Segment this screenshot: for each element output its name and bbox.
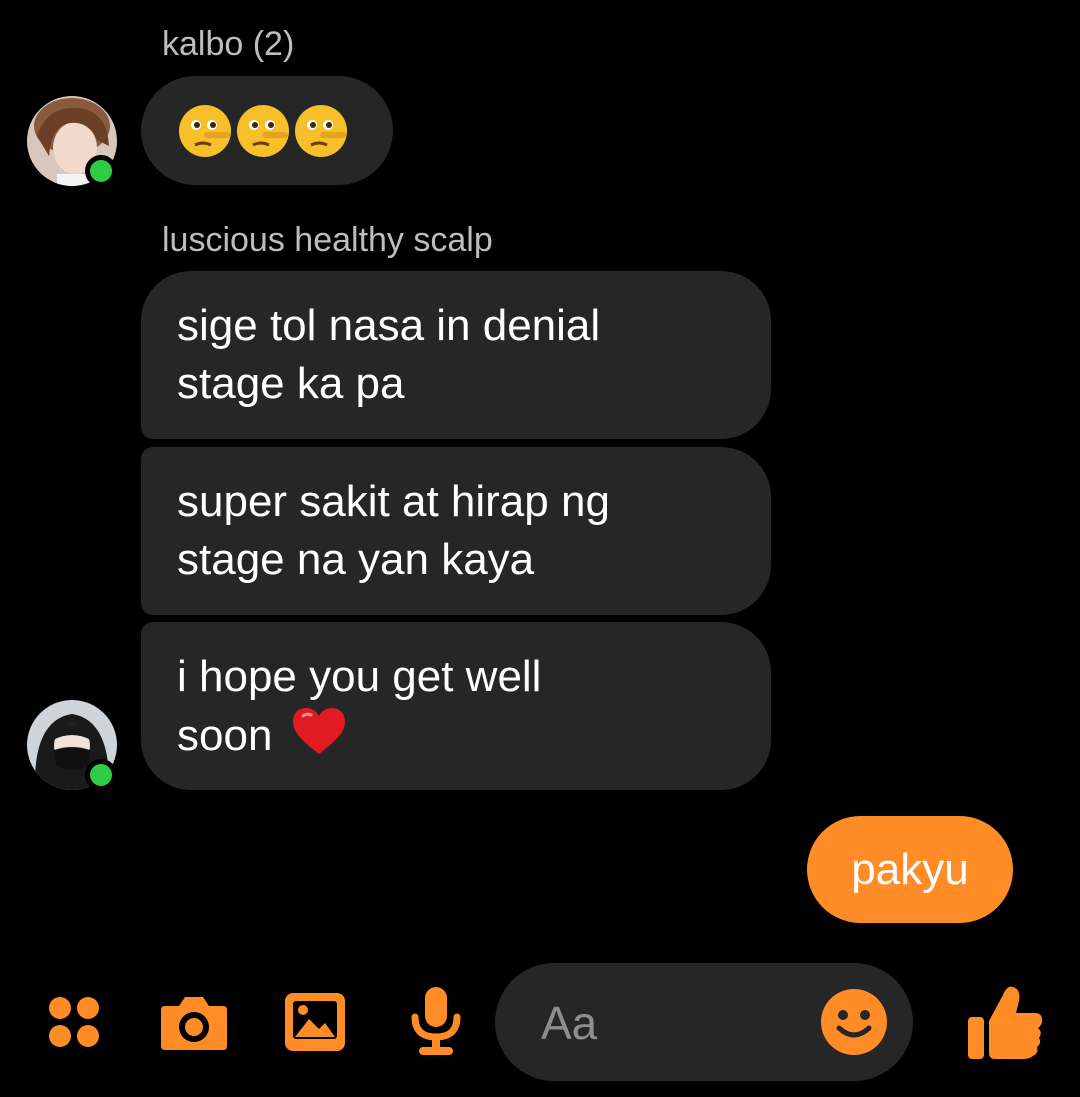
message-text: pakyu	[851, 844, 969, 894]
message-bubble[interactable]: sige tol nasa in denial stage ka pa	[141, 271, 771, 439]
message-composer[interactable]	[495, 963, 913, 1081]
thumbs-up-icon[interactable]	[964, 980, 1046, 1062]
message-text: super sakit at hirap ng stage na yan kay…	[177, 477, 610, 584]
online-indicator	[85, 759, 117, 791]
message-bubble-emoji[interactable]	[141, 76, 393, 185]
heart-emoji	[292, 707, 345, 754]
message-bubble[interactable]: super sakit at hirap ng stage na yan kay…	[141, 447, 771, 615]
own-message-bubble[interactable]: pakyu	[807, 816, 1013, 923]
menu-dots-icon[interactable]	[44, 992, 104, 1052]
lying-face-emoji	[295, 104, 347, 157]
lying-face-emoji	[179, 104, 231, 157]
lying-face-emoji	[237, 104, 289, 157]
message-bubble[interactable]: i hope you get well soon	[141, 622, 771, 790]
message-input[interactable]	[539, 987, 803, 1059]
sender-name: kalbo (2)	[162, 25, 295, 63]
message-text: sige tol nasa in denial stage ka pa	[177, 301, 601, 408]
microphone-icon[interactable]	[404, 984, 468, 1058]
camera-icon[interactable]	[158, 990, 230, 1054]
emoji-icon[interactable]	[819, 987, 889, 1057]
sender-name: luscious healthy scalp	[162, 221, 493, 259]
online-indicator	[85, 155, 117, 187]
message-text: i hope you get well soon	[177, 651, 542, 760]
image-icon[interactable]	[282, 990, 348, 1054]
